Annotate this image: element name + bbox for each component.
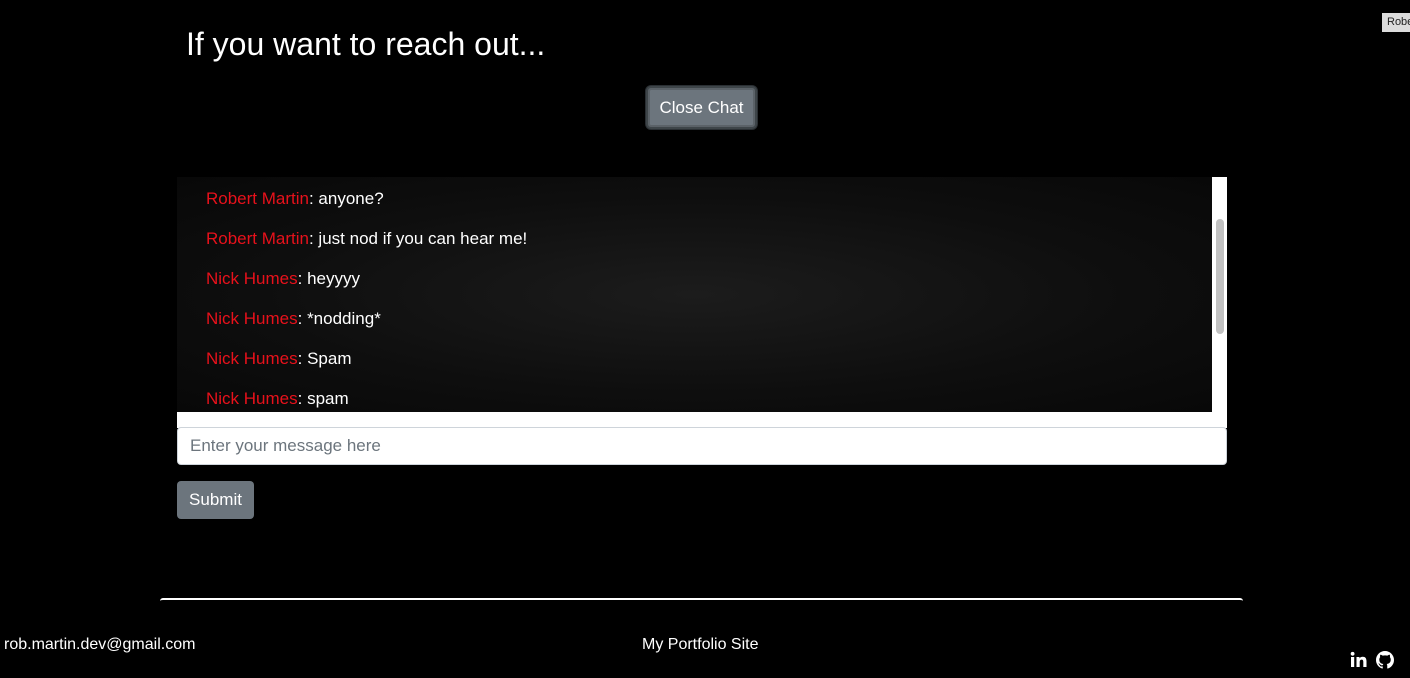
message-text: : heyyyy	[297, 269, 360, 288]
github-icon[interactable]	[1376, 651, 1394, 669]
message-author: Nick Humes	[206, 269, 298, 288]
chat-message: Robert Martin: just nod if you can hear …	[206, 228, 527, 250]
message-text: : *nodding*	[297, 309, 381, 328]
chat-message: Nick Humes: *nodding*	[206, 308, 381, 330]
page-title: If you want to reach out...	[186, 26, 546, 62]
message-author: Nick Humes	[206, 309, 298, 328]
page: Robert Martin If you want to reach out..…	[0, 0, 1410, 678]
message-author: Robert Martin	[206, 189, 309, 208]
chat-box: Robert Martin: anyone? Robert Martin: ju…	[177, 177, 1227, 428]
chat-scrollbar[interactable]	[1212, 177, 1227, 428]
submit-button[interactable]: Submit	[177, 481, 254, 519]
chat-scrollbar-thumb[interactable]	[1216, 219, 1224, 334]
message-text: : just nod if you can hear me!	[308, 229, 528, 248]
footer-site-title: My Portfolio Site	[642, 636, 759, 653]
chat-message-list[interactable]: Robert Martin: anyone? Robert Martin: ju…	[177, 177, 1212, 412]
message-text: : Spam	[297, 349, 352, 368]
footer-divider	[160, 598, 1243, 601]
message-text: : anyone?	[308, 189, 384, 208]
linkedin-icon[interactable]	[1350, 651, 1368, 669]
message-author: Robert Martin	[206, 229, 309, 248]
message-author: Nick Humes	[206, 389, 298, 408]
message-input[interactable]	[177, 427, 1227, 465]
message-text: : spam	[297, 389, 349, 408]
footer-email-link[interactable]: rob.martin.dev@gmail.com	[4, 636, 195, 654]
chat-message: Nick Humes: heyyyy	[206, 268, 360, 290]
chat-message: Nick Humes: Spam	[206, 348, 351, 370]
user-name-tag: Robert Martin	[1382, 13, 1410, 32]
message-author: Nick Humes	[206, 349, 298, 368]
chat-message: Robert Martin: anyone?	[206, 188, 384, 210]
close-chat-button[interactable]: Close Chat	[646, 86, 757, 129]
chat-message: Nick Humes: spam	[206, 388, 349, 410]
